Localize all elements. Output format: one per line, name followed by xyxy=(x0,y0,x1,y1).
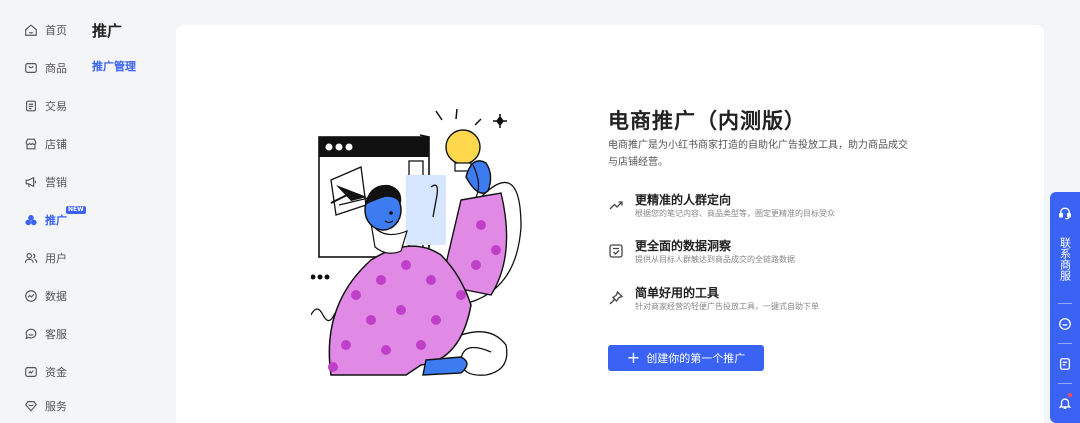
nav-item-marketing[interactable]: 营销 xyxy=(24,172,67,192)
feature-subtitle: 根据您的笔记内容、商品类型等，圈定更精准的目标受众 xyxy=(635,209,835,218)
create-promotion-button[interactable]: + 创建你的第一个推广 xyxy=(608,345,764,371)
nav-label: 用户 xyxy=(45,252,67,265)
nav-item-service[interactable]: 服务 xyxy=(24,396,67,416)
product-icon xyxy=(24,61,38,75)
wallet-icon xyxy=(24,365,38,379)
nav-item-product[interactable]: 商品 xyxy=(24,58,67,78)
contact-service-button[interactable]: 联系商服 xyxy=(1050,228,1080,290)
nav-label: 营销 xyxy=(45,176,67,189)
feature-subtitle: 针对商家经营的轻便广告投放工具，一键式自助下单 xyxy=(635,302,819,311)
plus-icon: + xyxy=(626,348,641,367)
nav-item-store[interactable]: 店铺 xyxy=(24,134,67,154)
home-icon xyxy=(24,23,38,37)
nav-item-funds[interactable]: 资金 xyxy=(24,362,67,382)
page-description: 电商推广是为小红书商家打造的自助化广告投放工具，助力商品成交与店铺经营。 xyxy=(608,140,908,168)
promotion-icon xyxy=(24,213,38,227)
feature-title: 更精准的人群定向 xyxy=(635,193,732,207)
pin-icon xyxy=(608,290,624,306)
service-icon xyxy=(24,399,38,413)
subnav-item-promotion-management[interactable]: 推广管理 xyxy=(92,58,136,74)
floating-service-bar: 联系商服 xyxy=(1050,192,1080,423)
nav-label: 客服 xyxy=(45,328,67,341)
notification-dot xyxy=(1068,393,1072,397)
data-insight-icon xyxy=(608,243,624,259)
divider xyxy=(1058,383,1072,384)
notification-bell-icon[interactable] xyxy=(1058,395,1072,409)
trend-up-icon xyxy=(608,197,624,213)
secondary-sidebar: 推广 推广管理 xyxy=(82,0,172,423)
nav-item-customer-service[interactable]: 客服 xyxy=(24,324,67,344)
megaphone-icon xyxy=(24,175,38,189)
feature-title: 更全面的数据洞察 xyxy=(635,239,732,253)
nav-item-data[interactable]: 数据 xyxy=(24,286,67,306)
nav-label: 资金 xyxy=(45,366,67,379)
chat-icon xyxy=(24,327,38,341)
nav-label: 交易 xyxy=(45,100,67,113)
nav-label: 商品 xyxy=(45,62,67,75)
message-icon[interactable] xyxy=(1058,316,1072,330)
headset-icon[interactable] xyxy=(1058,205,1072,220)
nav-label: 服务 xyxy=(45,400,67,413)
promotion-illustration xyxy=(311,108,522,376)
nav-item-promotion[interactable]: 推广 NEW xyxy=(24,206,86,230)
section-title: 推广 xyxy=(92,22,123,40)
create-promotion-label: 创建你的第一个推广 xyxy=(646,352,746,365)
nav-label: 数据 xyxy=(45,290,67,303)
feedback-icon[interactable] xyxy=(1058,356,1072,370)
trade-icon xyxy=(24,99,38,113)
divider xyxy=(1058,343,1072,344)
feature-subtitle: 提供从目标人群触达到商品成交的全链路数据 xyxy=(635,255,795,264)
page-headline: 电商推广（内测版） xyxy=(608,109,806,133)
users-icon xyxy=(24,251,38,265)
divider xyxy=(1058,303,1072,304)
feature-title: 简单好用的工具 xyxy=(635,286,720,300)
feature-item: 简单好用的工具 针对商家经营的轻便广告投放工具，一键式自助下单 xyxy=(608,284,968,318)
nav-item-trade[interactable]: 交易 xyxy=(24,96,67,116)
nav-item-home[interactable]: 首页 xyxy=(24,20,67,40)
nav-label: 首页 xyxy=(45,24,67,37)
feature-item: 更全面的数据洞察 提供从目标人群触达到商品成交的全链路数据 xyxy=(608,237,968,271)
feature-item: 更精准的人群定向 根据您的笔记内容、商品类型等，圈定更精准的目标受众 xyxy=(608,191,968,225)
nav-label: 店铺 xyxy=(45,138,67,151)
data-icon xyxy=(24,289,38,303)
primary-sidebar: 首页 商品 交易 店铺 营销 推广 NEW 用户 数据 客服 资金 服务 xyxy=(0,0,86,423)
nav-label: 推广 xyxy=(45,214,67,227)
main-card: 电商推广（内测版） 电商推广是为小红书商家打造的自助化广告投放工具，助力商品成交… xyxy=(176,25,1044,423)
store-icon xyxy=(24,137,38,151)
nav-item-users[interactable]: 用户 xyxy=(24,248,67,268)
